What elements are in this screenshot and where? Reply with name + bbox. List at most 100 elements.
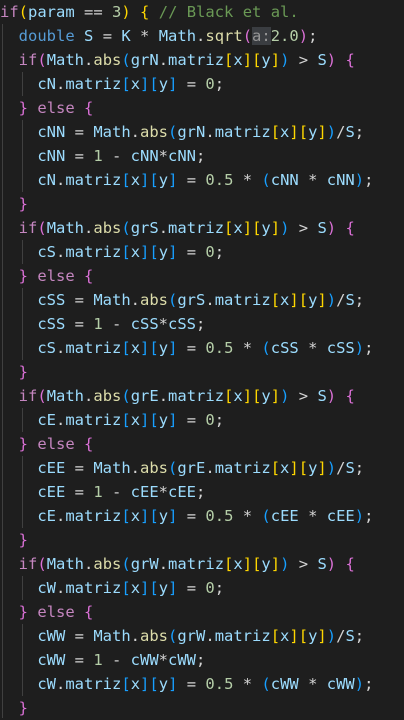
code-line[interactable]: } else { xyxy=(0,600,404,624)
function-token: abs xyxy=(140,291,168,309)
punctuation-token xyxy=(75,603,84,621)
keyword-token: if xyxy=(18,387,38,405)
identifier-token: grE xyxy=(177,459,206,477)
punctuation-token xyxy=(0,459,37,477)
comment-token: // Black et al. xyxy=(158,3,299,21)
code-line[interactable]: } xyxy=(0,696,404,720)
punctuation-token xyxy=(0,171,37,189)
code-line[interactable]: } else { xyxy=(0,96,404,120)
identifier-token: x xyxy=(130,75,141,93)
code-line[interactable]: } else { xyxy=(0,264,404,288)
bracket-token: [ xyxy=(224,219,234,237)
identifier-token: x xyxy=(280,627,290,645)
code-line[interactable]: } xyxy=(0,192,404,216)
punctuation-token: = xyxy=(65,627,94,645)
code-line[interactable]: cW.matriz[x][y] = 0.5 * (cWW * cWW); xyxy=(0,672,404,696)
code-line[interactable]: if(param == 3) { // Black et al. xyxy=(0,0,404,24)
identifier-token: cS xyxy=(37,243,56,261)
identifier-token: matriz xyxy=(214,627,271,645)
code-line[interactable]: if(Math.abs(grS.matriz[x][y]) > S) { xyxy=(0,216,404,240)
punctuation-token: . xyxy=(130,627,140,645)
identifier-token: y xyxy=(158,675,169,693)
identifier-token: cNN xyxy=(326,171,355,189)
bracket-token: ] xyxy=(289,123,299,141)
punctuation-token: ; xyxy=(196,315,206,333)
bracket-token: [ xyxy=(121,339,131,357)
identifier-token: cSS xyxy=(168,315,197,333)
punctuation-token xyxy=(0,51,19,69)
identifier-token: grS xyxy=(177,291,206,309)
code-line[interactable]: cNN = Math.abs(grN.matriz[x][y])/S; xyxy=(0,120,404,144)
identifier-token: S xyxy=(317,219,327,237)
code-line[interactable]: cS.matriz[x][y] = 0.5 * (cSS * cSS); xyxy=(0,336,404,360)
bracket-token: [ xyxy=(121,171,131,189)
code-line[interactable]: cE.matriz[x][y] = 0; xyxy=(0,408,404,432)
code-line[interactable]: if(Math.abs(grN.matriz[x][y]) > S) { xyxy=(0,48,404,72)
identifier-token: cNN xyxy=(130,147,159,165)
code-line[interactable]: if(Math.abs(grE.matriz[x][y]) > S) { xyxy=(0,384,404,408)
number-token: 1 xyxy=(93,147,103,165)
punctuation-token: * xyxy=(233,171,262,189)
identifier-token: grS xyxy=(130,219,159,237)
code-line[interactable]: cEE = 1 - cEE*cEE; xyxy=(0,480,404,504)
bracket-token: [ xyxy=(270,123,281,141)
bracket-token: ] xyxy=(168,75,178,93)
code-line[interactable]: } else { xyxy=(0,432,404,456)
code-line[interactable]: cWW = 1 - cWW*cWW; xyxy=(0,648,404,672)
code-line[interactable]: cSS = 1 - cSS*cSS; xyxy=(0,312,404,336)
bracket-token: ] xyxy=(289,459,299,477)
bracket-token: ] xyxy=(140,411,150,429)
punctuation-token xyxy=(75,99,84,117)
keyword-token: if xyxy=(0,3,19,21)
bracket-token: [ xyxy=(224,51,234,69)
code-line[interactable]: cSS = Math.abs(grS.matriz[x][y])/S; xyxy=(0,288,404,312)
identifier-token: y xyxy=(158,507,169,525)
code-line[interactable]: double S = K * Math.sqrt(a:2.0); xyxy=(0,24,404,48)
function-token: abs xyxy=(93,219,122,237)
punctuation-token: * xyxy=(298,507,327,525)
code-line[interactable]: } xyxy=(0,528,404,552)
code-editor[interactable]: if(param == 3) { // Black et al. double … xyxy=(0,0,404,718)
code-line[interactable]: cS.matriz[x][y] = 0; xyxy=(0,240,404,264)
punctuation-token xyxy=(0,291,37,309)
identifier-token: S xyxy=(84,27,94,45)
identifier-token: x xyxy=(233,387,243,405)
identifier-token: Math xyxy=(158,27,197,45)
code-line[interactable]: cE.matriz[x][y] = 0.5 * (cEE * cEE); xyxy=(0,504,404,528)
bracket-token: { xyxy=(84,99,94,117)
identifier-token: matriz xyxy=(65,675,122,693)
identifier-token: cN xyxy=(37,75,56,93)
identifier-token: y xyxy=(158,339,169,357)
identifier-token: matriz xyxy=(65,243,122,261)
punctuation-token: ; xyxy=(354,123,365,141)
identifier-token: grN xyxy=(130,51,159,69)
identifier-token: cSS xyxy=(37,315,66,333)
code-line[interactable]: cNN = 1 - cNN*cNN; xyxy=(0,144,404,168)
identifier-token: cNN xyxy=(37,147,66,165)
code-line[interactable]: cEE = Math.abs(grE.matriz[x][y])/S; xyxy=(0,456,404,480)
punctuation-token xyxy=(0,75,37,93)
number-token: 1 xyxy=(93,315,103,333)
identifier-token: x xyxy=(130,507,141,525)
punctuation-token xyxy=(0,483,37,501)
bracket-token: [ xyxy=(149,507,159,525)
bracket-token: ) xyxy=(354,675,365,693)
code-line[interactable]: cWW = Math.abs(grW.matriz[x][y])/S; xyxy=(0,624,404,648)
code-line[interactable]: if(Math.abs(grW.matriz[x][y]) > S) { xyxy=(0,552,404,576)
number-token: 0.5 xyxy=(205,675,234,693)
bracket-token: [ xyxy=(298,459,309,477)
punctuation-token: ; xyxy=(214,75,225,93)
punctuation-token: - xyxy=(102,651,131,669)
punctuation-token xyxy=(28,99,37,117)
identifier-token: y xyxy=(308,291,318,309)
code-line[interactable]: cN.matriz[x][y] = 0; xyxy=(0,72,404,96)
punctuation-token xyxy=(75,435,84,453)
punctuation-token: ; xyxy=(196,651,206,669)
code-line[interactable]: } xyxy=(0,360,404,384)
type-token: double xyxy=(18,27,75,45)
punctuation-token: . xyxy=(196,27,206,45)
code-line[interactable]: cW.matriz[x][y] = 0; xyxy=(0,576,404,600)
bracket-token: { xyxy=(84,435,94,453)
bracket-token: ( xyxy=(121,219,131,237)
code-line[interactable]: cN.matriz[x][y] = 0.5 * (cNN * cNN); xyxy=(0,168,404,192)
